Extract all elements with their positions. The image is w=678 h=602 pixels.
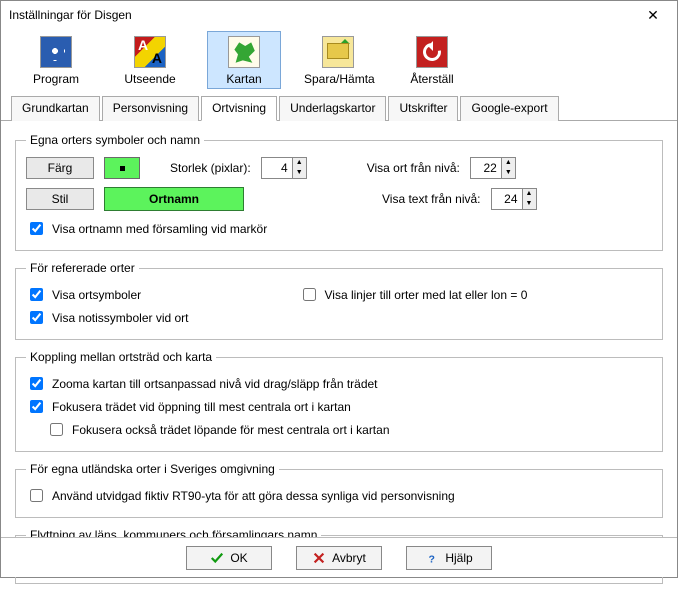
cancel-label: Avbryt	[332, 551, 366, 565]
chk-zooma-box[interactable]	[30, 377, 43, 390]
titlebar: Inställningar för Disgen ✕	[1, 1, 677, 29]
farg-button[interactable]: Färg	[26, 157, 94, 179]
toolbar-spara-label: Spara/Hämta	[304, 72, 372, 86]
chevron-up-icon[interactable]: ▲	[523, 189, 536, 199]
svg-text:?: ?	[429, 553, 435, 565]
storlek-label: Storlek (pixlar):	[170, 161, 251, 175]
chk-forsamling-label: Visa ortnamn med församling vid markör	[52, 222, 267, 236]
ok-button[interactable]: OK	[186, 546, 272, 570]
toolbar-utseende-label: Utseende	[116, 72, 184, 86]
tab-underlagskartor[interactable]: Underlagskartor	[279, 96, 386, 121]
toolbar-aterstall-label: Återställ	[398, 72, 466, 86]
chevron-down-icon[interactable]: ▼	[502, 168, 515, 178]
chk-fokusera2-box[interactable]	[50, 423, 63, 436]
tab-ortvisning[interactable]: Ortvisning	[201, 96, 277, 121]
tab-utskrifter[interactable]: Utskrifter	[388, 96, 458, 121]
help-label: Hjälp	[445, 551, 472, 565]
toolbar-aterstall[interactable]: Återställ	[395, 31, 469, 89]
chk-notis-box[interactable]	[30, 311, 43, 324]
chk-forsamling-box[interactable]	[30, 222, 43, 235]
dialog-footer: OK Avbryt ? Hjälp	[1, 537, 677, 577]
chk-forsamling[interactable]: Visa ortnamn med församling vid markör	[26, 219, 652, 238]
chk-rt90-box[interactable]	[30, 489, 43, 502]
group-utlandska-legend: För egna utländska orter i Sveriges omgi…	[26, 462, 279, 476]
group-egna-orter: Egna orters symboler och namn Färg Storl…	[15, 133, 663, 251]
toolbar: Program Utseende Kartan Spara/Hämta Åter…	[1, 29, 677, 95]
chk-ortsymboler-label: Visa ortsymboler	[52, 288, 141, 302]
chk-zooma-label: Zooma kartan till ortsanpassad nivå vid …	[52, 377, 378, 391]
chk-ortsymboler[interactable]: Visa ortsymboler	[26, 285, 189, 304]
chk-linjer-label: Visa linjer till orter med lat eller lon…	[325, 288, 528, 302]
color-swatch[interactable]	[104, 157, 140, 179]
check-icon	[210, 551, 224, 565]
chk-rt90[interactable]: Använd utvidgad fiktiv RT90-yta för att …	[26, 486, 652, 505]
tabstrip: Grundkartan Personvisning Ortvisning Und…	[1, 95, 677, 121]
visa-text-input[interactable]	[492, 189, 522, 209]
chevron-up-icon[interactable]: ▲	[502, 158, 515, 168]
toolbar-kartan-label: Kartan	[210, 72, 278, 86]
toolbar-spara[interactable]: Spara/Hämta	[301, 31, 375, 89]
tab-pane-ortvisning: Egna orters symboler och namn Färg Storl…	[1, 121, 677, 602]
group-utlandska: För egna utländska orter i Sveriges omgi…	[15, 462, 663, 518]
group-egna-orter-legend: Egna orters symboler och namn	[26, 133, 204, 147]
toolbar-program[interactable]: Program	[19, 31, 93, 89]
reset-icon	[416, 36, 448, 68]
chk-notis-label: Visa notissymboler vid ort	[52, 311, 189, 325]
tab-personvisning[interactable]: Personvisning	[102, 96, 199, 121]
visa-ort-label: Visa ort från nivå:	[367, 161, 460, 175]
chevron-down-icon[interactable]: ▼	[293, 168, 306, 178]
ortnamn-button[interactable]: Ortnamn	[104, 187, 244, 211]
tab-grundkartan[interactable]: Grundkartan	[11, 96, 100, 121]
visa-text-label: Visa text från nivå:	[382, 192, 481, 206]
chevron-up-icon[interactable]: ▲	[293, 158, 306, 168]
folder-icon	[322, 36, 354, 68]
storlek-input[interactable]	[262, 158, 292, 178]
chk-notis[interactable]: Visa notissymboler vid ort	[26, 308, 189, 327]
dot-icon	[120, 166, 125, 171]
gear-icon	[40, 36, 72, 68]
ok-label: OK	[230, 551, 247, 565]
close-icon[interactable]: ✕	[637, 7, 669, 24]
chk-ortsymboler-box[interactable]	[30, 288, 43, 301]
toolbar-kartan[interactable]: Kartan	[207, 31, 281, 89]
chk-linjer-box[interactable]	[303, 288, 316, 301]
chk-fokusera2[interactable]: Fokusera också trädet löpande för mest c…	[46, 420, 652, 439]
chevron-down-icon[interactable]: ▼	[523, 199, 536, 209]
tab-google[interactable]: Google-export	[460, 96, 558, 121]
cancel-button[interactable]: Avbryt	[296, 546, 382, 570]
x-icon	[312, 551, 326, 565]
visa-text-spinner[interactable]: ▲▼	[491, 188, 537, 210]
stil-button[interactable]: Stil	[26, 188, 94, 210]
help-icon: ?	[425, 551, 439, 565]
chk-fokusera2-label: Fokusera också trädet löpande för mest c…	[72, 423, 390, 437]
chk-rt90-label: Använd utvidgad fiktiv RT90-yta för att …	[52, 489, 455, 503]
group-koppling: Koppling mellan ortsträd och karta Zooma…	[15, 350, 663, 452]
toolbar-utseende[interactable]: Utseende	[113, 31, 187, 89]
chk-fokusera[interactable]: Fokusera trädet vid öppning till mest ce…	[26, 397, 652, 416]
map-icon	[228, 36, 260, 68]
help-button[interactable]: ? Hjälp	[406, 546, 492, 570]
chk-linjer[interactable]: Visa linjer till orter med lat eller lon…	[299, 285, 528, 304]
visa-ort-input[interactable]	[471, 158, 501, 178]
chk-zooma[interactable]: Zooma kartan till ortsanpassad nivå vid …	[26, 374, 652, 393]
group-refererade: För refererade orter Visa ortsymboler Vi…	[15, 261, 663, 340]
visa-ort-spinner[interactable]: ▲▼	[470, 157, 516, 179]
storlek-spinner[interactable]: ▲▼	[261, 157, 307, 179]
window-title: Inställningar för Disgen	[9, 8, 132, 22]
group-koppling-legend: Koppling mellan ortsträd och karta	[26, 350, 216, 364]
chk-fokusera-label: Fokusera trädet vid öppning till mest ce…	[52, 400, 351, 414]
chk-fokusera-box[interactable]	[30, 400, 43, 413]
group-refererade-legend: För refererade orter	[26, 261, 139, 275]
font-icon	[134, 36, 166, 68]
toolbar-program-label: Program	[22, 72, 90, 86]
